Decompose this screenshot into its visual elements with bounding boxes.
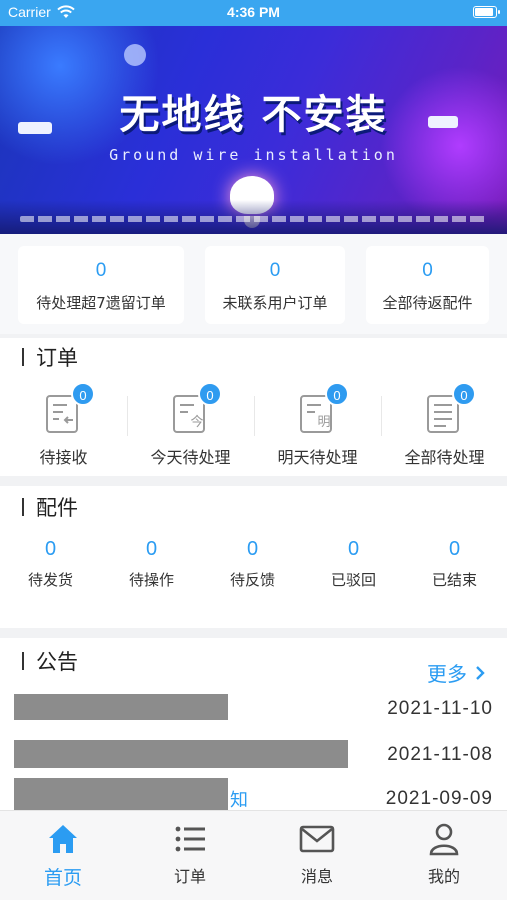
orders-panel: 订单 0 待接收 今 0 今天待处理 明 0 明天待处理 0 全部待处理 (0, 338, 507, 476)
user-icon (429, 823, 459, 856)
redacted-notice-title (14, 694, 228, 720)
stat-value: 0 (269, 260, 281, 281)
notice-title-tail: 知 (230, 790, 248, 811)
notice-date: 2021-11-08 (387, 744, 493, 765)
stat-card-overdue[interactable]: 0 待处理超7遗留订单 (18, 246, 184, 324)
svg-text:今: 今 (190, 414, 203, 430)
banner-fine-print (20, 216, 487, 222)
tab-messages[interactable]: 消息 (254, 821, 380, 887)
list-icon (175, 826, 205, 852)
stat-label: 全部待返配件 (382, 294, 473, 312)
clock: 4:36 PM (227, 4, 280, 20)
part-item-to-feedback[interactable]: 0 待反馈 (202, 538, 303, 590)
order-item-today[interactable]: 今 0 今天待处理 (127, 382, 254, 467)
part-label: 待发货 (27, 571, 73, 589)
part-item-closed[interactable]: 0 已结束 (404, 538, 505, 590)
part-value: 0 (145, 538, 158, 560)
order-badge: 0 (452, 382, 476, 406)
stat-value: 0 (95, 260, 107, 281)
home-icon (49, 825, 77, 853)
tab-label: 消息 (300, 867, 333, 886)
notices-section-title: 公告 (22, 646, 78, 676)
order-badge: 0 (198, 382, 222, 406)
order-badge: 0 (325, 382, 349, 406)
order-item-label: 全部待处理 (404, 448, 485, 467)
notice-row[interactable]: 2021-11-08 (0, 736, 507, 780)
part-item-to-operate[interactable]: 0 待操作 (101, 538, 202, 590)
part-label: 已驳回 (330, 571, 376, 589)
notices-more-link[interactable]: 更多 (427, 658, 485, 687)
part-label: 待反馈 (229, 571, 275, 589)
more-label: 更多 (427, 662, 467, 686)
tab-home[interactable]: 首页 (0, 821, 126, 890)
tab-profile[interactable]: 我的 (381, 821, 507, 887)
stat-card-uncontacted[interactable]: 0 未联系用户订单 (205, 246, 345, 324)
banner-title: 无地线 不安装 (119, 92, 388, 138)
part-value: 0 (347, 538, 360, 560)
parts-panel: 配件 0 待发货 0 待操作 0 待反馈 0 已驳回 0 已结束 (0, 486, 507, 628)
part-label: 待操作 (128, 571, 174, 589)
notice-date: 2021-09-09 (385, 788, 493, 809)
parts-section-title: 配件 (22, 492, 78, 522)
svg-text:明: 明 (317, 415, 330, 430)
promo-banner[interactable]: 无地线 不安装 Ground wire installation (0, 26, 507, 234)
part-value: 0 (44, 538, 57, 560)
tab-label: 首页 (43, 867, 82, 889)
battery-icon (473, 6, 500, 18)
stat-card-parts-return[interactable]: 0 全部待返配件 (366, 246, 489, 324)
notices-panel: 公告 更多 2021-11-10 2021-11-08 知 2021-09-09 (0, 638, 507, 811)
part-item-rejected[interactable]: 0 已驳回 (303, 538, 404, 590)
part-item-to-ship[interactable]: 0 待发货 (0, 538, 101, 590)
part-label: 已结束 (431, 571, 477, 589)
part-value: 0 (448, 538, 461, 560)
status-bar: Carrier 4:36 PM (0, 0, 507, 26)
stat-label: 未联系用户订单 (222, 294, 328, 312)
chevron-right-icon (476, 665, 485, 680)
stat-label: 待处理超7遗留订单 (36, 294, 166, 312)
stats-row: 0 待处理超7遗留订单 0 未联系用户订单 0 全部待返配件 (0, 234, 507, 334)
part-value: 0 (246, 538, 259, 560)
order-item-label: 明天待处理 (277, 448, 358, 467)
notice-date: 2021-11-10 (387, 698, 493, 719)
orders-section-title: 订单 (22, 342, 78, 372)
notice-row[interactable]: 2021-11-10 (0, 690, 507, 734)
redacted-notice-title (14, 778, 228, 810)
mail-icon (299, 825, 335, 853)
order-item-label: 待接收 (39, 448, 88, 467)
tab-orders[interactable]: 订单 (127, 821, 253, 887)
order-item-tomorrow[interactable]: 明 0 明天待处理 (254, 382, 381, 467)
stat-value: 0 (422, 260, 433, 281)
bottom-tab-bar: 首页 订单 消息 我的 (0, 810, 507, 900)
order-badge: 0 (71, 382, 95, 406)
order-item-all-pending[interactable]: 0 全部待处理 (381, 382, 507, 467)
redacted-notice-title (14, 740, 348, 768)
tab-label: 订单 (173, 867, 206, 886)
order-item-pending-receive[interactable]: 0 待接收 (0, 382, 127, 467)
banner-subtitle: Ground wire installation (109, 146, 398, 164)
order-item-label: 今天待处理 (150, 448, 231, 467)
tab-label: 我的 (427, 867, 460, 886)
